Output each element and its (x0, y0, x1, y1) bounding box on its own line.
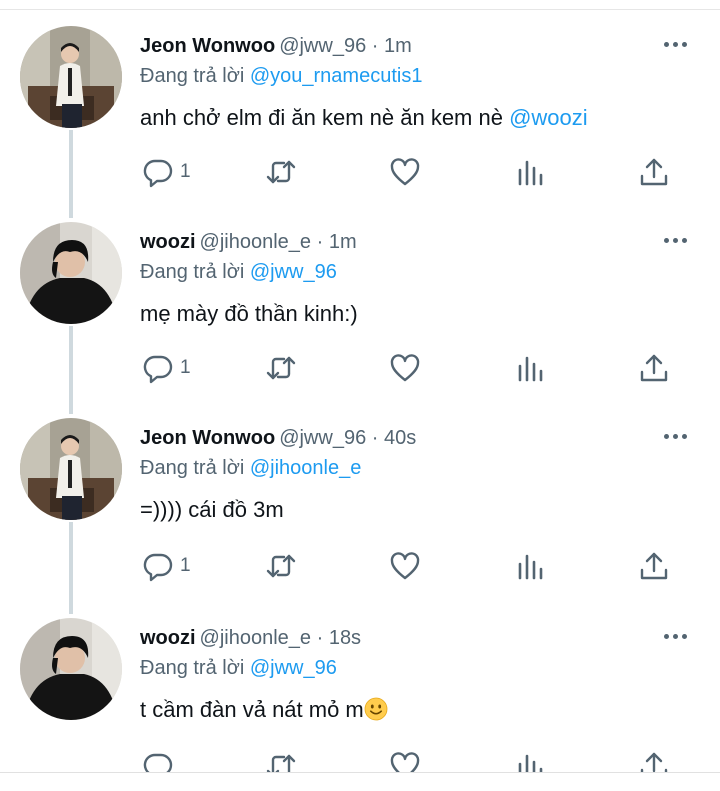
replying-to: Đang trả lời @jww_96 (140, 654, 337, 682)
reply-count: 1 (180, 555, 191, 576)
replying-label: Đang trả lời (140, 65, 245, 87)
share-button[interactable] (638, 352, 670, 384)
tweet-header: woozi @jihoonle_e · 1m (140, 228, 357, 256)
analytics-button[interactable] (515, 156, 547, 188)
analytics-icon (518, 554, 543, 580)
handle-and-time: @jihoonle_e · 18s (199, 627, 362, 649)
tweet-header: Jeon Wonwoo @jww_96 · 40s (140, 424, 416, 452)
heart-icon (390, 552, 420, 580)
tweet-header: woozi @jihoonle_e · 18s (140, 624, 361, 652)
share-button[interactable] (638, 156, 670, 188)
heart-icon (390, 158, 420, 186)
like-button[interactable] (389, 156, 421, 188)
replying-to-mention[interactable]: @jihoonle_e (250, 457, 362, 479)
avatar-photo (20, 418, 122, 520)
tweet-text-body: anh chở elm đi ăn kem nè ăn kem nè (140, 105, 510, 130)
tweet-text: mẹ mày đồ thần kinh:) (140, 299, 358, 329)
replying-to: Đang trả lời @jww_96 (140, 258, 337, 286)
replying-label: Đang trả lời (140, 657, 245, 679)
tweet-header: Jeon Wonwoo @jww_96 · 1m (140, 32, 412, 60)
replying-to-mention[interactable]: @you_rnamecutis1 (250, 65, 423, 87)
display-name[interactable]: Jeon Wonwoo (140, 427, 275, 449)
share-button[interactable] (638, 550, 670, 582)
handle-and-time: @jww_96 · 40s (279, 427, 417, 449)
tweet-text-mention[interactable]: @woozi (509, 105, 588, 130)
tweet-text: =)))) cái đồ 3m (140, 495, 284, 525)
display-name[interactable]: Jeon Wonwoo (140, 35, 275, 57)
woozi-avatar[interactable] (20, 222, 122, 324)
jeon-wonwoo-avatar[interactable] (20, 418, 122, 520)
bottom-bar (0, 773, 720, 791)
tweet-text-body: t cầm đàn vả nát mỏ m (140, 697, 364, 722)
more-options-icon[interactable] (664, 230, 692, 250)
retweet-button[interactable] (265, 156, 297, 188)
replying-to: Đang trả lời @jihoonle_e (140, 454, 361, 482)
more-options-icon[interactable] (664, 626, 692, 646)
replying-to-mention[interactable]: @jww_96 (250, 261, 337, 283)
retweet-button[interactable] (265, 352, 297, 384)
retweet-icon (266, 356, 296, 380)
tweet-text-body: mẹ mày đồ thần kinh:) (140, 301, 358, 326)
analytics-button[interactable] (515, 352, 547, 384)
slightly-smiling-face-emoji (364, 697, 388, 721)
reply-icon (143, 553, 173, 582)
handle-and-time: @jihoonle_e · 1m (199, 231, 357, 253)
display-name[interactable]: woozi (140, 231, 196, 253)
display-name[interactable]: woozi (140, 627, 196, 649)
tweet-actions: 1 (0, 352, 720, 388)
tweet-text-body: =)))) cái đồ 3m (140, 497, 284, 522)
share-icon (640, 354, 668, 382)
avatar-photo (20, 222, 122, 324)
jeon-wonwoo-avatar[interactable] (20, 26, 122, 128)
retweet-button[interactable] (265, 550, 297, 582)
reply-icon (143, 159, 173, 188)
tweet-text: t cầm đàn vả nát mỏ m (140, 695, 388, 725)
more-options-icon[interactable] (664, 426, 692, 446)
reply-button[interactable]: 1 (142, 550, 191, 582)
heart-icon (390, 354, 420, 382)
replying-label: Đang trả lời (140, 261, 245, 283)
like-button[interactable] (389, 352, 421, 384)
replying-to: Đang trả lời @you_rnamecutis1 (140, 62, 422, 90)
tweet-text: anh chở elm đi ăn kem nè ăn kem nè @wooz… (140, 103, 588, 133)
avatar-photo (20, 618, 122, 720)
retweet-icon (266, 554, 296, 578)
avatar-photo (20, 26, 122, 128)
replying-to-mention[interactable]: @jww_96 (250, 657, 337, 679)
reply-button[interactable]: 1 (142, 156, 191, 188)
tweet-actions: 1 (0, 550, 720, 586)
reply-button[interactable]: 1 (142, 352, 191, 384)
replying-label: Đang trả lời (140, 457, 245, 479)
analytics-button[interactable] (515, 550, 547, 582)
reply-count: 1 (180, 161, 191, 182)
reply-icon (143, 355, 173, 384)
woozi-avatar[interactable] (20, 618, 122, 720)
analytics-icon (518, 160, 543, 186)
analytics-icon (518, 356, 543, 382)
tweet-actions: 1 (0, 156, 720, 192)
share-icon (640, 158, 668, 186)
more-options-icon[interactable] (664, 34, 692, 54)
handle-and-time: @jww_96 · 1m (279, 35, 412, 57)
reply-count: 1 (180, 357, 191, 378)
top-divider (0, 9, 720, 10)
retweet-icon (266, 160, 296, 184)
like-button[interactable] (389, 550, 421, 582)
share-icon (640, 552, 668, 580)
